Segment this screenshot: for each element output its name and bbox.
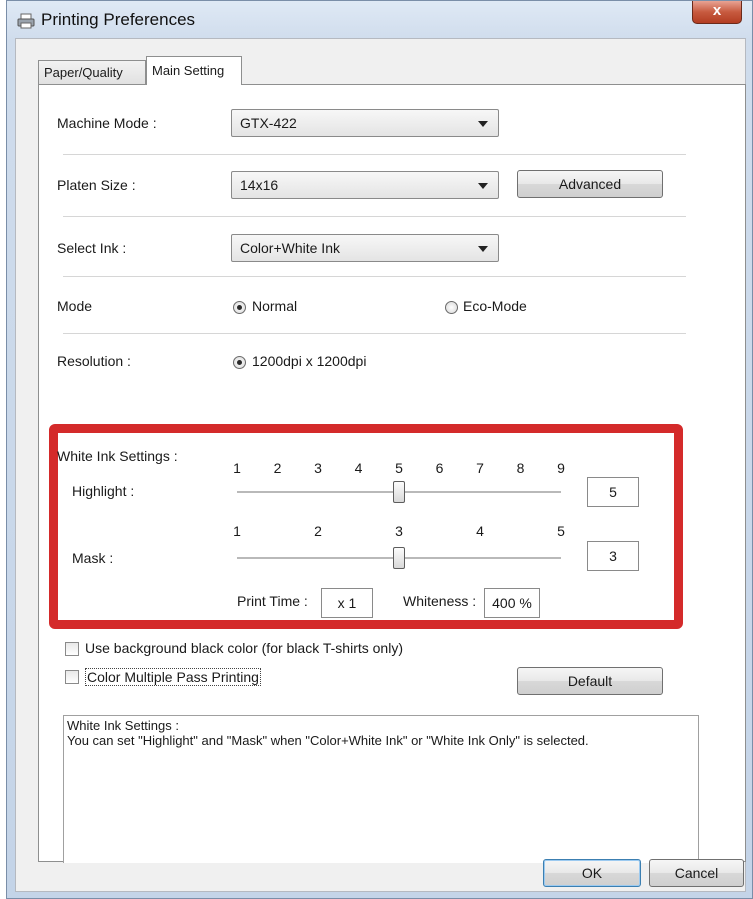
slider-tick-label: 8 [516, 460, 525, 476]
print-time-value[interactable]: x 1 [321, 588, 373, 618]
multi-pass-label: Color Multiple Pass Printing [85, 668, 261, 686]
machine-mode-select[interactable]: GTX-422 [231, 109, 499, 137]
title-bar: Printing Preferences x [7, 1, 752, 39]
background-black-label: Use background black color (for black T-… [85, 640, 403, 656]
divider [63, 333, 686, 334]
highlight-slider-thumb[interactable] [393, 481, 405, 503]
mask-label: Mask : [72, 550, 114, 566]
multi-pass-checkbox[interactable] [65, 670, 79, 684]
description-text: You can set "Highlight" and "Mask" when … [67, 733, 589, 748]
print-time-label: Print Time : [237, 593, 308, 609]
description-title: White Ink Settings : [67, 718, 179, 733]
whiteness-label: Whiteness : [403, 593, 477, 609]
machine-mode-value: GTX-422 [240, 115, 297, 131]
mask-value-box[interactable]: 3 [587, 541, 639, 571]
slider-tick-label: 4 [476, 523, 484, 539]
printing-preferences-window: Printing Preferences x Paper/Quality Mai… [6, 0, 753, 899]
window-title: Printing Preferences [41, 10, 196, 29]
dialog-client-area: Paper/Quality Main Setting Machine Mode … [15, 38, 746, 892]
advanced-button[interactable]: Advanced [517, 170, 663, 198]
slider-tick-label: 5 [395, 460, 403, 476]
divider [63, 154, 686, 155]
select-ink-label: Select Ink : [57, 240, 127, 256]
slider-tick-label: 3 [314, 460, 322, 476]
machine-mode-label: Machine Mode : [57, 115, 157, 131]
main-setting-panel: Machine Mode : GTX-422 Platen Size : 14x… [38, 84, 746, 863]
divider [63, 276, 686, 277]
slider-tick-label: 1 [233, 523, 241, 539]
divider [63, 216, 686, 217]
tab-paper-quality[interactable]: Paper/Quality [38, 60, 146, 84]
slider-tick-label: 3 [395, 523, 403, 539]
description-box: White Ink Settings : You can set "Highli… [63, 715, 699, 863]
slider-tick-label: 6 [435, 460, 444, 476]
chevron-down-icon [478, 183, 488, 189]
mode-eco-label: Eco-Mode [463, 298, 527, 314]
slider-tick-label: 9 [557, 460, 565, 476]
resolution-value: 1200dpi x 1200dpi [252, 353, 367, 369]
ok-button[interactable]: OK [543, 859, 641, 887]
resolution-radio[interactable] [233, 356, 246, 369]
slider-tick-label: 4 [354, 460, 363, 476]
cancel-button[interactable]: Cancel [649, 859, 744, 887]
white-ink-settings-title: White Ink Settings : [57, 448, 178, 464]
mode-label: Mode [57, 298, 93, 314]
slider-tick-label: 7 [476, 460, 484, 476]
background-black-checkbox[interactable] [65, 642, 79, 656]
mode-normal-label: Normal [252, 298, 298, 314]
chevron-down-icon [478, 121, 488, 127]
select-ink-value: Color+White Ink [240, 240, 340, 256]
chevron-down-icon [478, 246, 488, 252]
mode-eco-radio[interactable] [445, 301, 458, 314]
slider-tick-label: 5 [557, 523, 565, 539]
mask-slider-thumb[interactable] [393, 547, 405, 569]
mode-normal-radio[interactable] [233, 301, 246, 314]
default-button[interactable]: Default [517, 667, 663, 695]
close-button[interactable]: x [692, 1, 742, 24]
highlight-value-box[interactable]: 5 [587, 477, 639, 507]
highlight-label: Highlight : [72, 483, 135, 499]
platen-size-value: 14x16 [240, 177, 279, 193]
slider-tick-label: 2 [314, 523, 322, 539]
slider-tick-label: 1 [233, 460, 241, 476]
platen-size-select[interactable]: 14x16 [231, 171, 499, 199]
resolution-label: Resolution : [57, 353, 131, 369]
whiteness-value[interactable]: 400 % [484, 588, 540, 618]
tab-main-setting[interactable]: Main Setting [146, 56, 242, 85]
printer-icon [17, 13, 35, 29]
slider-tick-label: 2 [273, 460, 282, 476]
select-ink-select[interactable]: Color+White Ink [231, 234, 499, 262]
platen-size-label: Platen Size : [57, 177, 136, 193]
